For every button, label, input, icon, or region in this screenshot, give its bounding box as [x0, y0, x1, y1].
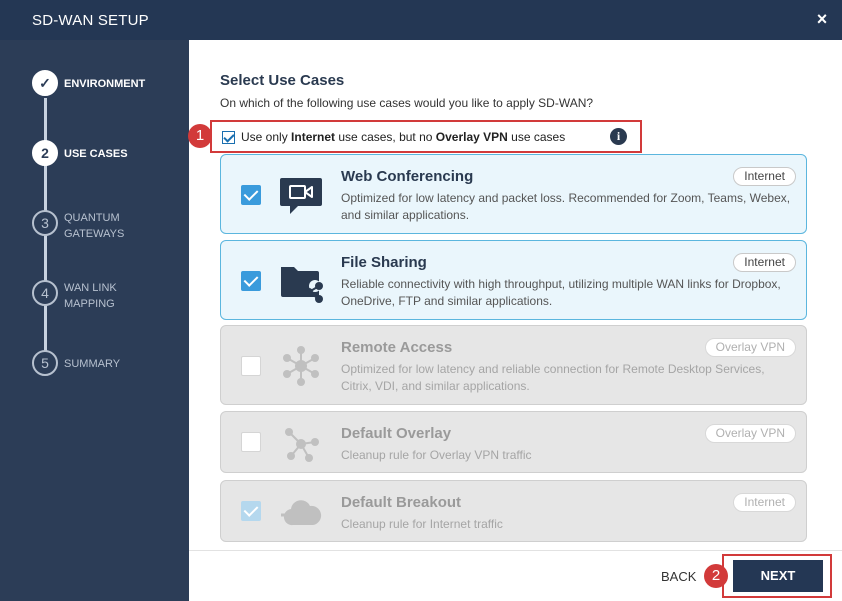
- step-use-cases[interactable]: 2 USE CASES: [32, 140, 182, 180]
- card-title: File Sharing: [341, 254, 427, 271]
- cloud-breakout-icon: [281, 500, 322, 526]
- card-checkbox-locked: [241, 501, 261, 521]
- step-label: USE CASES: [64, 148, 128, 160]
- card-tag: Overlay VPN: [704, 424, 796, 443]
- title-bar: SD-WAN SETUP ×: [0, 0, 842, 40]
- step-label: SUMMARY: [64, 358, 121, 370]
- use-case-card-web-conferencing[interactable]: Web Conferencing Optimized for low laten…: [220, 154, 807, 234]
- step-quantum-gateways[interactable]: 3 QUANTUM GATEWAYS: [32, 210, 182, 250]
- step-label: ENVIRONMENT: [64, 78, 146, 90]
- page-subtitle: On which of the following use cases woul…: [220, 96, 594, 110]
- card-description: Cleanup rule for Overlay VPN traffic: [341, 448, 532, 462]
- step-label: QUANTUM GATEWAYS: [64, 212, 125, 240]
- card-title: Default Breakout: [341, 494, 462, 511]
- card-description: Optimized for low latency and packet los…: [341, 191, 791, 222]
- step-label: WAN LINK MAPPING: [64, 282, 117, 310]
- wizard-steps-sidebar: ✓ ENVIRONMENT 2 USE CASES 3 QUANTUM GATE…: [0, 40, 189, 601]
- use-case-card-file-sharing[interactable]: File Sharing Reliable connectivity with …: [220, 240, 807, 320]
- overlay-nodes-icon: [285, 428, 319, 462]
- card-description: Reliable connectivity with high throughp…: [341, 277, 781, 308]
- card-description: Cleanup rule for Internet traffic: [341, 517, 503, 531]
- card-tag: Internet: [733, 493, 796, 512]
- step-environment[interactable]: ✓ ENVIRONMENT: [32, 70, 182, 110]
- card-tag: Internet: [733, 167, 796, 186]
- close-icon[interactable]: ×: [812, 9, 832, 29]
- card-checkbox[interactable]: [241, 271, 261, 291]
- card-checkbox: [241, 356, 261, 376]
- card-tag: Internet: [733, 253, 796, 272]
- card-description: Optimized for low latency and reliable c…: [341, 362, 765, 393]
- sdwan-setup-dialog: SD-WAN SETUP × ✓ ENVIRONMENT 2 USE CASES…: [0, 0, 842, 601]
- network-hub-icon: [283, 346, 319, 386]
- card-checkbox[interactable]: [241, 185, 261, 205]
- check-icon: ✓: [32, 70, 58, 96]
- step-number: 3: [32, 210, 58, 236]
- use-case-card-default-overlay: Default Overlay Cleanup rule for Overlay…: [220, 411, 807, 473]
- card-checkbox: [241, 432, 261, 452]
- use-case-card-remote-access: Remote Access Optimized for low latency …: [220, 325, 807, 405]
- folder-share-icon: [281, 267, 323, 303]
- internet-only-checkbox[interactable]: [222, 131, 235, 144]
- card-title: Web Conferencing: [341, 168, 474, 185]
- card-title: Remote Access: [341, 339, 453, 356]
- step-number: 2: [32, 140, 58, 166]
- internet-only-label: Use only Internet use cases, but no Over…: [241, 130, 566, 144]
- step-number: 5: [32, 350, 58, 376]
- card-tag: Overlay VPN: [704, 338, 796, 357]
- use-case-card-default-breakout: Default Breakout Cleanup rule for Intern…: [220, 480, 807, 542]
- info-icon[interactable]: i: [610, 128, 627, 145]
- card-title: Default Overlay: [341, 425, 452, 442]
- step-summary[interactable]: 5 SUMMARY: [32, 350, 182, 390]
- back-button[interactable]: BACK: [661, 569, 696, 584]
- callout-badge-1: 1: [188, 124, 212, 148]
- page-title: Select Use Cases: [220, 72, 345, 89]
- step-number: 4: [32, 280, 58, 306]
- video-chat-icon: [280, 178, 322, 214]
- footer-divider: [189, 550, 842, 551]
- next-button[interactable]: NEXT: [733, 560, 823, 592]
- use-cases-panel: Select Use Cases On which of the followi…: [188, 40, 842, 601]
- step-wan-link-mapping[interactable]: 4 WAN LINK MAPPING: [32, 280, 182, 320]
- internet-only-option[interactable]: Use only Internet use cases, but no Over…: [210, 120, 642, 153]
- dialog-title: SD-WAN SETUP: [32, 12, 149, 29]
